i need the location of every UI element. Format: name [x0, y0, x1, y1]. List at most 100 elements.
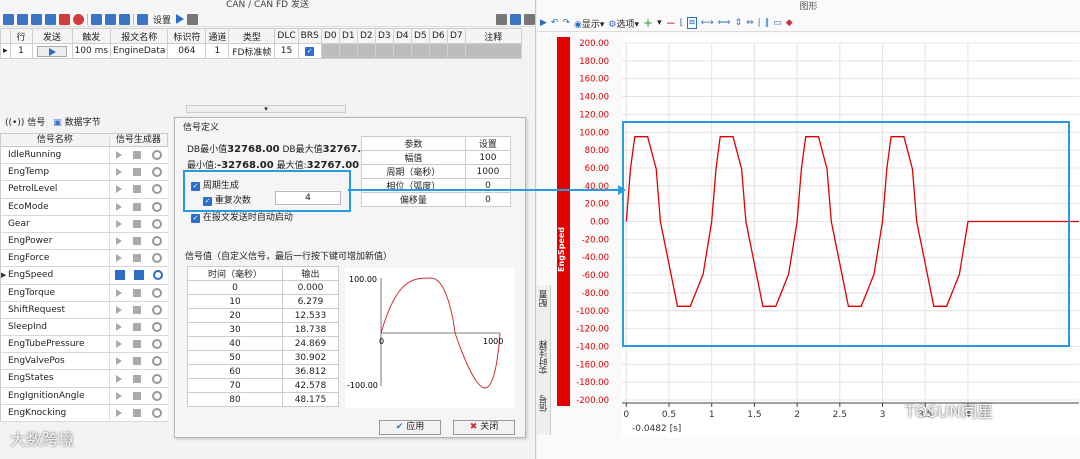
table-row[interactable]: ▸ 1 100 ms EngineData 064 1 FD标准帧 15 ✓: [0, 43, 522, 59]
signal-row[interactable]: SleepInd: [0, 318, 168, 337]
stop-icon[interactable]: [133, 374, 142, 383]
remove-icon[interactable]: −: [666, 16, 676, 30]
cell-d5[interactable]: [410, 43, 430, 59]
gear-icon[interactable]: [152, 150, 163, 161]
zoom-y-icon[interactable]: ⇕: [735, 18, 743, 28]
wrench-icon[interactable]: [496, 13, 507, 25]
play-icon[interactable]: [176, 14, 185, 24]
cell-trigger[interactable]: 100 ms: [71, 43, 112, 59]
cell-dlc[interactable]: 15: [274, 43, 299, 59]
play-icon[interactable]: [115, 391, 122, 400]
table-row[interactable]: 周期（毫秒） 1000: [361, 164, 512, 179]
gear-icon[interactable]: [153, 270, 164, 281]
table-row[interactable]: 幅值 100: [361, 150, 512, 165]
gear-icon[interactable]: [152, 201, 163, 212]
cell-d7[interactable]: [446, 43, 466, 59]
signal-row[interactable]: EngKnocking: [0, 404, 168, 422]
gear-icon[interactable]: [152, 407, 163, 418]
table-row[interactable]: 40 24.869: [187, 336, 340, 351]
signal-axis-bar[interactable]: EngSpeed: [557, 37, 570, 406]
stop-icon[interactable]: [133, 151, 142, 160]
table-row[interactable]: 30 18.738: [187, 322, 340, 337]
fit-y-icon[interactable]: ⟺: [718, 18, 731, 28]
export-icon[interactable]: ▭: [773, 18, 782, 28]
cell-comment[interactable]: [464, 43, 522, 59]
stop-icon[interactable]: [187, 13, 199, 25]
stop-icon[interactable]: [133, 340, 142, 349]
stop-icon[interactable]: [133, 408, 142, 417]
stop-icon[interactable]: [133, 168, 142, 177]
table-row[interactable]: 60 36.812: [187, 364, 340, 379]
stop-icon[interactable]: [133, 322, 142, 331]
options-menu[interactable]: ⚙选项▾: [608, 17, 639, 30]
close-button[interactable]: ✖ 关闭: [453, 420, 515, 435]
window-icon[interactable]: [524, 13, 535, 25]
signal-row[interactable]: EngIgnitionAngle: [0, 387, 168, 405]
table-row[interactable]: 50 30.902: [187, 350, 340, 365]
lightning-icon[interactable]: [510, 13, 521, 25]
save-icon[interactable]: [91, 13, 102, 25]
signal-row[interactable]: IdleRunning: [0, 147, 168, 165]
export-icon[interactable]: [119, 13, 130, 25]
cell-d6[interactable]: [428, 43, 448, 59]
signal-row[interactable]: EngTorque: [0, 284, 168, 302]
signal-row[interactable]: EngStates: [0, 370, 168, 388]
cell-channel[interactable]: 1: [205, 43, 230, 59]
play-icon[interactable]: [114, 270, 125, 281]
stop-icon[interactable]: [133, 219, 142, 228]
open-icon[interactable]: [105, 13, 116, 25]
apply-button[interactable]: ✔ 应用: [379, 420, 441, 435]
signal-row[interactable]: EngValvePos: [0, 353, 168, 371]
play-icon[interactable]: [115, 322, 122, 331]
gear-icon[interactable]: [152, 167, 163, 178]
tab-signal[interactable]: 信号: [538, 395, 550, 412]
play-icon[interactable]: [115, 219, 122, 228]
gear-icon[interactable]: [152, 373, 163, 384]
stop-icon[interactable]: [134, 270, 145, 281]
table-row[interactable]: 10 6.279: [187, 294, 340, 309]
play-icon[interactable]: [115, 168, 122, 177]
stop-icon[interactable]: [133, 305, 142, 314]
signal-row[interactable]: ▶ EngSpeed: [0, 267, 168, 285]
tab-realtime-notes[interactable]: 实时注释: [538, 340, 550, 374]
tab-data-bytes[interactable]: ▣ 数据字节: [53, 115, 100, 129]
new-icon[interactable]: [3, 13, 14, 25]
play-icon[interactable]: [115, 237, 122, 246]
play-icon[interactable]: [115, 374, 122, 383]
play-icon[interactable]: [115, 288, 122, 297]
cell-type[interactable]: FD标准帧: [228, 43, 276, 59]
stop-icon[interactable]: [133, 357, 142, 366]
signal-row[interactable]: Gear: [0, 215, 168, 233]
table-row[interactable]: 20 12.533: [187, 308, 340, 323]
tab-signals[interactable]: ((•)) 信号: [5, 115, 45, 129]
play-icon[interactable]: [115, 408, 122, 417]
play-icon[interactable]: [115, 305, 122, 314]
play-icon[interactable]: [115, 185, 122, 194]
wave-icon[interactable]: ≋: [687, 17, 697, 29]
play-icon[interactable]: ▶: [540, 18, 547, 28]
stop-icon[interactable]: [133, 185, 142, 194]
brs-checkbox[interactable]: ✓: [305, 47, 315, 56]
gear-icon[interactable]: [152, 339, 163, 350]
signal-row[interactable]: EcoMode: [0, 198, 168, 216]
cell-id[interactable]: 064: [167, 43, 207, 59]
stop-icon[interactable]: [133, 391, 142, 400]
signal-row[interactable]: PetrolLevel: [0, 181, 168, 199]
signal-row[interactable]: EngTubePressure: [0, 336, 168, 354]
redo-icon[interactable]: ↷: [562, 18, 570, 28]
gear-icon[interactable]: [152, 287, 163, 298]
chart-icon[interactable]: ⌊: [680, 18, 684, 28]
tab-config[interactable]: 配置: [538, 290, 550, 307]
signal-row[interactable]: EngForce: [0, 250, 168, 268]
stop-icon[interactable]: [133, 288, 142, 297]
clear-icon[interactable]: [73, 13, 84, 25]
add-icon[interactable]: +: [643, 16, 653, 30]
send-button[interactable]: [37, 45, 68, 57]
gear-icon[interactable]: [152, 184, 163, 195]
cell-name[interactable]: EngineData: [110, 43, 169, 59]
cursor2-icon[interactable]: ‖: [765, 18, 770, 28]
play-icon[interactable]: [115, 357, 122, 366]
cursor-icon[interactable]: ⇔: [746, 18, 754, 28]
settings-menu[interactable]: 设置: [151, 13, 173, 26]
delete-icon[interactable]: [59, 13, 70, 25]
